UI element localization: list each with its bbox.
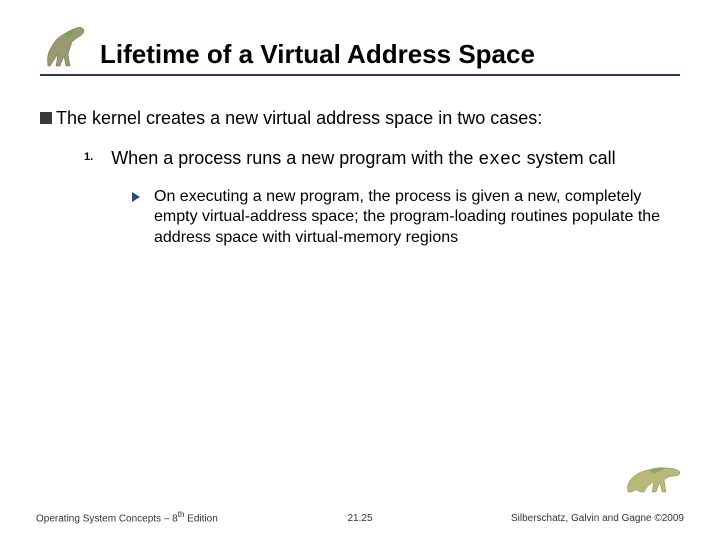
footer-left-a: Operating System Concepts – 8	[36, 513, 178, 524]
title-row: Lifetime of a Virtual Address Space	[40, 20, 680, 76]
footer-left: Operating System Concepts – 8th Edition	[36, 510, 218, 524]
footer-left-b: Edition	[184, 513, 217, 524]
slide-number: 21.25	[347, 513, 372, 524]
slide: Lifetime of a Virtual Address Space The …	[0, 0, 720, 540]
item-marker: 1.	[84, 151, 93, 163]
item-text-b: system call	[522, 148, 616, 168]
main-bullet: The kernel creates a new virtual address…	[40, 106, 680, 130]
copyright: Silberschatz, Galvin and Gagne ©2009	[511, 513, 684, 524]
sub-bullet-text: On executing a new program, the process …	[154, 187, 680, 249]
code-exec: exec	[478, 150, 521, 170]
main-bullet-text: The kernel creates a new virtual address…	[56, 106, 542, 130]
dinosaur-right-icon	[624, 456, 684, 496]
page-title: Lifetime of a Virtual Address Space	[100, 39, 680, 70]
item-text-a: When a process runs a new program with t…	[111, 148, 478, 168]
numbered-item-1: 1. When a process runs a new program wit…	[84, 146, 680, 172]
triangle-bullet-icon	[132, 192, 140, 202]
square-bullet-icon	[40, 112, 52, 124]
dinosaur-left-icon	[40, 20, 90, 70]
sub-bullet-1: On executing a new program, the process …	[132, 187, 680, 249]
item-body: When a process runs a new program with t…	[111, 146, 615, 172]
footer: Operating System Concepts – 8th Edition …	[0, 510, 720, 524]
